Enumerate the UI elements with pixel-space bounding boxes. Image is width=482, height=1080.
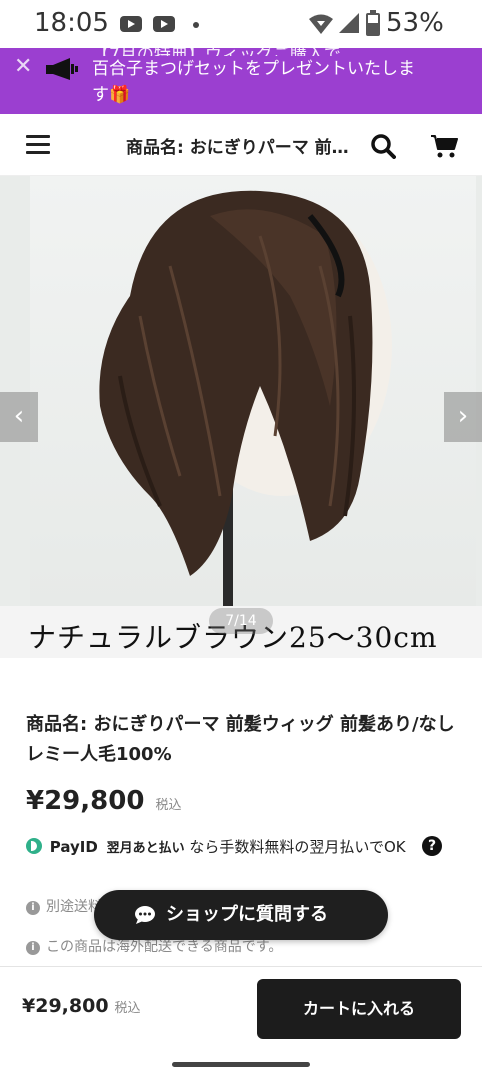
promo-banner[interactable]: ✕ 【7月の特典】ウィッグご購入で 百合子まつげセットをプレゼントいたしま す🎁	[0, 48, 482, 114]
payid-description: なら手数料無料の翌月払いでOK	[189, 838, 406, 856]
bottom-purchase-bar: ¥29,800 税込 カートに入れる	[0, 966, 482, 1050]
image-counter: 7/14	[209, 608, 273, 634]
status-bar: 18:05 53%	[0, 0, 482, 48]
info-icon: i	[26, 901, 40, 915]
cellular-signal-icon	[339, 13, 359, 33]
site-header: 商品名: おにぎりパーマ 前髪ウィッグ 前髪あり/なし レミー人毛100%	[0, 114, 482, 176]
home-indicator[interactable]	[172, 1062, 310, 1067]
wig-image	[99, 190, 392, 606]
overseas-info-text: この商品は海外配送できる商品です。	[46, 939, 283, 955]
chevron-right-icon: ›	[457, 401, 469, 431]
more-notifications-dot-icon	[193, 22, 199, 28]
battery-icon	[366, 10, 380, 36]
battery-percent: 53%	[386, 8, 444, 38]
bottom-tax-label: 税込	[114, 1001, 141, 1016]
chat-bubble-icon	[135, 906, 155, 924]
banner-line-2: 百合子まつげセットをプレゼントいたしま	[92, 59, 415, 79]
payid-later-pay: 翌月あと払い	[106, 841, 185, 856]
chevron-left-icon: ‹	[13, 401, 25, 431]
cart-icon[interactable]	[430, 134, 458, 158]
close-icon[interactable]: ✕	[14, 56, 32, 78]
banner-line-3: す🎁	[92, 85, 131, 105]
payid-logo-icon	[26, 838, 42, 854]
youtube-notification-icon	[153, 16, 175, 32]
menu-icon[interactable]	[26, 135, 50, 155]
bottom-price-value: ¥29,800	[22, 995, 109, 1017]
bottom-price: ¥29,800 税込	[22, 995, 141, 1017]
previous-image-button[interactable]: ‹	[0, 392, 38, 442]
search-icon[interactable]	[370, 133, 396, 159]
product-title: 商品名: おにぎりパーマ 前髪ウィッグ 前髪あり/なし レミー人毛100%	[26, 714, 455, 765]
add-to-cart-button[interactable]: カートに入れる	[257, 979, 461, 1039]
price-row: ¥29,800 税込	[26, 786, 182, 818]
info-icon: i	[26, 941, 40, 955]
payid-brand: PayID	[49, 838, 98, 856]
next-image-button[interactable]: ›	[444, 392, 482, 442]
status-time: 18:05	[34, 8, 109, 38]
payid-row: PayID 翌月あと払い なら手数料無料の翌月払いでOK ?	[26, 836, 466, 860]
wifi-icon	[309, 14, 333, 34]
product-image-gallery[interactable]: ナチュラルブラウン25〜30cm 7/14 ‹ ›	[0, 176, 482, 658]
ask-shop-button[interactable]: ショップに質問する	[94, 890, 388, 940]
product-price: ¥29,800	[26, 786, 145, 816]
header-title: 商品名: おにぎりパーマ 前髪ウィッグ 前髪あり/なし レミー人毛100%	[126, 138, 356, 158]
help-icon[interactable]: ?	[422, 836, 442, 856]
tax-label: 税込	[155, 798, 182, 813]
megaphone-icon	[46, 58, 78, 80]
ask-shop-label: ショップに質問する	[166, 904, 328, 925]
banner-text: 【7月の特典】ウィッグご購入で 百合子まつげセットをプレゼントいたしま す🎁	[92, 48, 432, 108]
youtube-notification-icon	[120, 16, 142, 32]
